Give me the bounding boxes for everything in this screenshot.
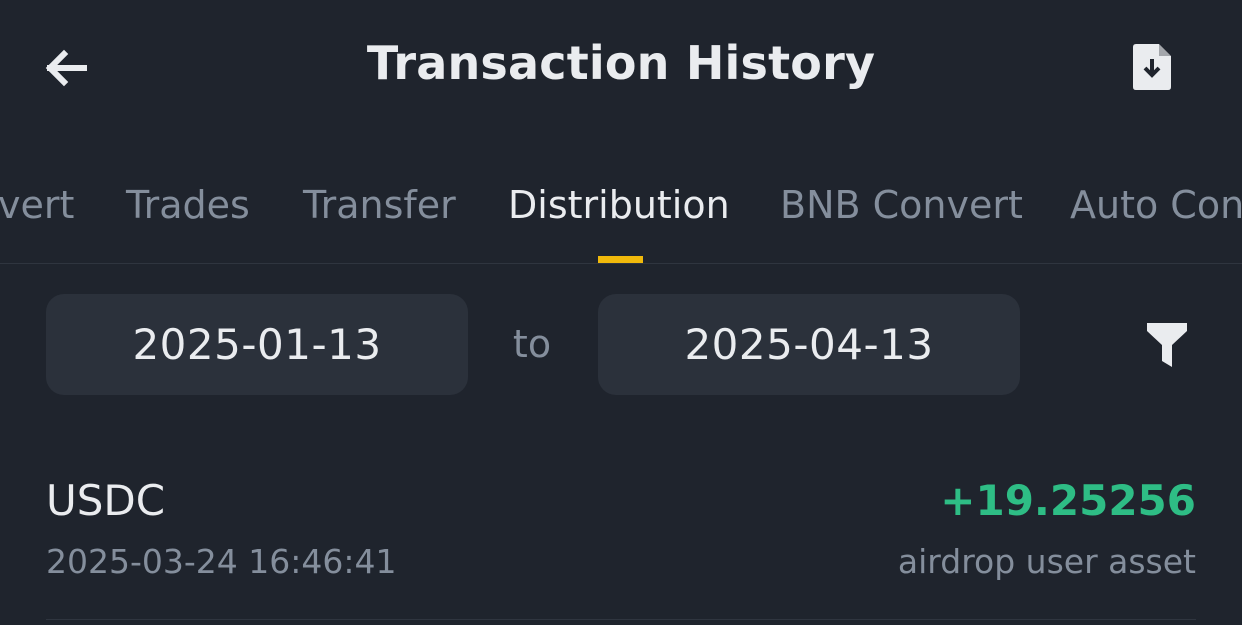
start-date-field[interactable]: 2025-01-13 [46,294,468,395]
filter-button[interactable] [1140,318,1194,372]
export-button[interactable] [1126,40,1178,94]
tab-distribution[interactable]: Distribution [508,183,730,227]
filter-icon [1147,323,1187,367]
transaction-row[interactable]: USDC 2025-03-24 16:46:41 +19.25256 airdr… [46,460,1196,620]
tab-convert[interactable]: vert [0,183,74,227]
record-time: 2025-03-24 16:46:41 [46,542,397,581]
tab-auto-convert[interactable]: Auto Con [1070,183,1242,227]
tab-bar: vert Trades Transfer Distribution BNB Co… [0,175,1242,263]
end-date-field[interactable]: 2025-04-13 [598,294,1020,395]
record-type: airdrop user asset [897,542,1196,581]
record-amount: +19.25256 [940,476,1196,525]
header-bar: Transaction History [0,0,1242,135]
tab-bnb-convert[interactable]: BNB Convert [780,183,1023,227]
active-tab-indicator [598,256,643,263]
record-asset: USDC [46,476,166,525]
page-title: Transaction History [366,36,876,90]
row-divider [46,619,1196,620]
tab-trades[interactable]: Trades [126,183,250,227]
tab-transfer[interactable]: Transfer [303,183,456,227]
file-download-icon [1133,44,1171,90]
tabs-divider [0,263,1242,264]
date-range-separator: to [512,322,552,366]
